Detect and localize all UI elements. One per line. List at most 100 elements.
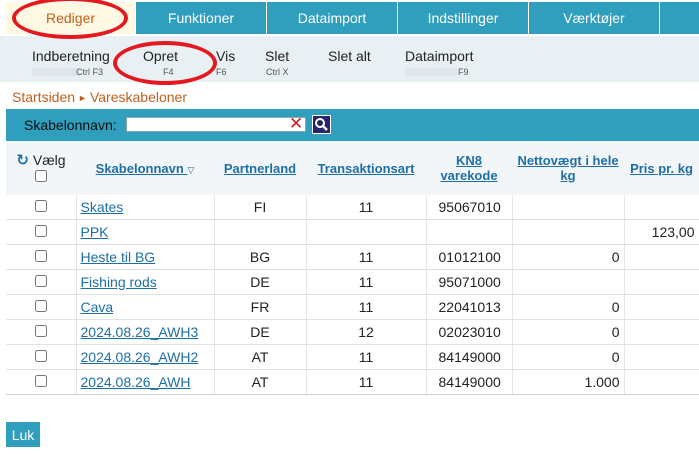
row-checkbox[interactable]	[34, 325, 47, 337]
netweight-cell	[512, 269, 625, 295]
template-link[interactable]: 2024.08.26_AWH	[81, 374, 191, 390]
table-row: 2024.08.26_AWH2 AT 11 84149000 0	[6, 344, 699, 370]
shortcut-strip	[405, 68, 457, 76]
toolbar-item-label: Slet	[265, 48, 290, 64]
price-cell	[624, 294, 699, 320]
toolbar-slet-alt[interactable]: Slet alt	[328, 48, 371, 64]
price-cell	[624, 195, 699, 220]
search-input[interactable]	[126, 117, 306, 132]
name-cell: PPK	[76, 219, 215, 245]
column-header-name[interactable]: Skabelonnavn ▽	[76, 141, 214, 195]
row-checkbox[interactable]	[34, 375, 47, 387]
template-link[interactable]: Cava	[81, 299, 114, 315]
table-row: Cava FR 11 22041013 0	[6, 294, 699, 320]
breadcrumb: Startsiden ► Vareskabeloner	[12, 89, 187, 105]
column-header-transaction[interactable]: Transaktionsart	[306, 141, 426, 195]
template-link[interactable]: Heste til BG	[81, 249, 156, 265]
toolbar-indberetning[interactable]: Indberetning Ctrl F3	[32, 48, 110, 77]
row-select-cell	[6, 219, 77, 245]
country-cell: BG	[214, 244, 307, 270]
search-button[interactable]	[312, 115, 331, 134]
tab-overflow[interactable]	[660, 2, 699, 34]
breadcrumb-current: Vareskabeloner	[89, 89, 187, 105]
column-header-label: Pris pr. kg	[630, 160, 693, 176]
country-cell: AT	[214, 344, 307, 370]
netweight-cell	[512, 219, 625, 245]
country-cell: DE	[214, 269, 307, 295]
name-cell: Heste til BG	[76, 244, 215, 270]
toolbar-dataimport[interactable]: Dataimport F9	[405, 48, 473, 77]
row-select-cell	[6, 369, 77, 395]
template-link[interactable]: 2024.08.26_AWH2	[81, 349, 199, 365]
toolbar-item-shortcut: Ctrl X	[266, 67, 289, 77]
name-cell: Cava	[76, 294, 215, 320]
transaction-cell: 11	[306, 269, 427, 295]
name-cell: Skates	[76, 195, 215, 220]
row-checkbox[interactable]	[34, 300, 47, 312]
country-cell: FI	[214, 195, 307, 220]
breadcrumb-home-link[interactable]: Startsiden	[12, 89, 75, 105]
select-all-checkbox[interactable]	[35, 170, 47, 182]
search-icon	[315, 118, 328, 131]
table-row: 2024.08.26_AWH AT 11 84149000 1.000	[6, 369, 699, 395]
close-button[interactable]: Luk	[6, 422, 40, 447]
shortcut-strip	[32, 68, 80, 76]
table-header-row: ↻ Vælg Skabelonnavn ▽ Partnerland Transa…	[6, 141, 699, 195]
tab-rediger[interactable]: Rediger	[6, 2, 136, 34]
price-cell	[624, 244, 699, 270]
row-checkbox[interactable]	[34, 350, 47, 362]
transaction-cell: 11	[306, 195, 427, 220]
toolbar-vis[interactable]: Vis F6	[216, 48, 235, 77]
kn8-cell: 22041013	[426, 294, 513, 320]
netweight-cell: 1.000	[512, 369, 625, 395]
column-header-netweight[interactable]: Nettovægt i hele kg	[512, 141, 624, 195]
template-link[interactable]: Fishing rods	[81, 274, 157, 290]
templates-table: ↻ Vælg Skabelonnavn ▽ Partnerland Transa…	[6, 141, 699, 395]
transaction-cell: 12	[306, 319, 427, 345]
toolbar-item-shortcut: F6	[216, 67, 227, 77]
column-header-price[interactable]: Pris pr. kg	[624, 141, 699, 195]
select-column-header: ↻ Vælg	[6, 141, 76, 195]
row-checkbox[interactable]	[34, 225, 47, 237]
template-link[interactable]: PPK	[81, 224, 109, 240]
table-row: Fishing rods DE 11 95071000	[6, 269, 699, 295]
template-link[interactable]: 2024.08.26_AWH3	[81, 324, 199, 340]
tab-funktioner[interactable]: Funktioner	[136, 2, 267, 34]
table-row: 2024.08.26_AWH3 DE 12 02023010 0	[6, 319, 699, 345]
row-checkbox[interactable]	[34, 275, 47, 287]
column-header-kn8[interactable]: KN8 varekode	[426, 141, 512, 195]
name-cell: 2024.08.26_AWH3	[76, 319, 215, 345]
toolbar-item-label: Slet alt	[328, 48, 371, 64]
toolbar-item-label: Opret	[143, 48, 179, 64]
close-icon[interactable]: ✕	[289, 114, 303, 134]
row-checkbox[interactable]	[34, 250, 47, 262]
main-menu-bar: Rediger Funktioner Dataimport Indstillin…	[0, 0, 699, 36]
toolbar-slet[interactable]: Slet Ctrl X	[265, 48, 290, 77]
row-select-cell	[6, 195, 77, 220]
column-header-label: Skabelonnavn	[95, 160, 184, 176]
price-cell	[624, 369, 699, 395]
name-cell: 2024.08.26_AWH	[76, 369, 215, 395]
toolbar-opret[interactable]: Opret F4	[143, 48, 179, 77]
table-row: PPK 123,00	[6, 219, 699, 245]
tab-indstillinger[interactable]: Indstillinger	[398, 2, 529, 34]
refresh-icon[interactable]: ↻	[16, 152, 29, 169]
search-bar: Skabelonnavn: ✕	[6, 109, 699, 141]
price-cell	[624, 319, 699, 345]
row-select-cell	[6, 244, 77, 270]
template-link[interactable]: Skates	[81, 199, 124, 215]
netweight-cell	[512, 195, 625, 220]
toolbar-item-shortcut: F4	[163, 67, 174, 77]
kn8-cell: 02023010	[426, 319, 513, 345]
tab-dataimport[interactable]: Dataimport	[267, 2, 398, 34]
tab-vaerktoejer[interactable]: Værktøjer	[529, 2, 660, 34]
row-checkbox[interactable]	[34, 200, 47, 212]
country-cell: AT	[214, 369, 307, 395]
netweight-cell: 0	[512, 294, 625, 320]
transaction-cell: 11	[306, 369, 427, 395]
search-label: Skabelonnavn:	[24, 117, 117, 133]
column-header-country[interactable]: Partnerland	[214, 141, 306, 195]
country-cell	[214, 219, 307, 245]
column-header-label: Partnerland	[223, 160, 297, 176]
kn8-cell	[426, 219, 513, 245]
